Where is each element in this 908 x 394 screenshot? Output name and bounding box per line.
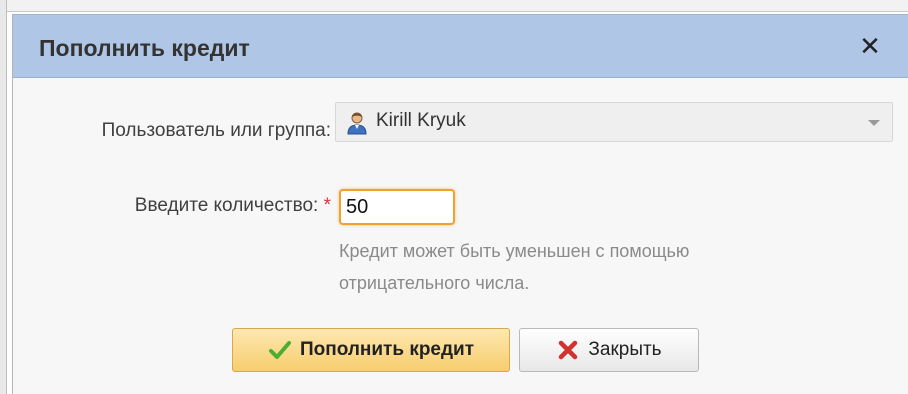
close-button-label: Закрыть: [588, 339, 662, 360]
user-icon: [347, 112, 367, 135]
user-or-group-label: Пользователь или группа:: [101, 120, 331, 141]
window-left-edge: [0, 0, 7, 394]
dialog-title: Пополнить кредит: [39, 35, 250, 61]
topup-credit-button-label: Пополнить кредит: [299, 339, 475, 360]
selected-user-value: Kirill Kryuk: [376, 110, 466, 131]
required-marker: *: [323, 195, 331, 216]
close-icon[interactable]: ✕: [855, 31, 885, 61]
amount-label: Введите количество: *: [53, 192, 331, 220]
window-top-edge: [0, 0, 908, 12]
amount-hint: Кредит может быть уменьшен с помощью отр…: [339, 241, 690, 293]
close-button[interactable]: Закрыть: [519, 328, 699, 372]
chevron-down-icon[interactable]: [868, 120, 880, 126]
dialog-titlebar: Пополнить кредит ✕: [13, 15, 908, 78]
topup-credit-dialog: Пополнить кредит ✕ Пользователь или груп…: [12, 14, 908, 394]
topup-credit-button[interactable]: Пополнить кредит: [232, 328, 510, 372]
amount-input[interactable]: [339, 189, 455, 225]
user-or-group-select[interactable]: Kirill Kryuk: [335, 102, 893, 142]
check-icon: [268, 341, 291, 359]
amount-label-text: Введите количество:: [134, 195, 319, 216]
x-icon: [559, 340, 578, 360]
